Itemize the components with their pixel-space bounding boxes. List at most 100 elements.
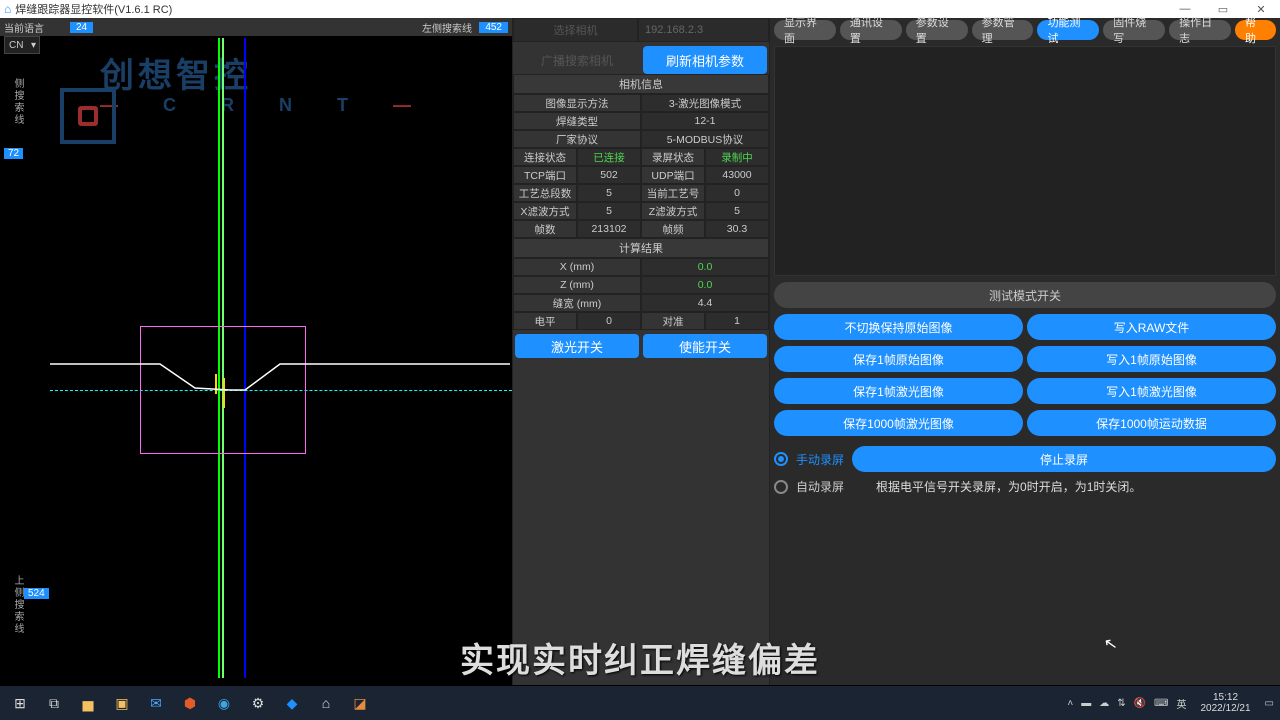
p-val: 0 [577, 312, 641, 330]
select-camera-field[interactable]: 选择相机 [513, 18, 638, 42]
app3-icon[interactable]: ⌂ [312, 689, 340, 717]
minimize-button[interactable]: — [1166, 0, 1204, 18]
taskbar: ⊞ ⧉ ▅ ▣ ✉ ⬢ ◉ ⚙ ◆ ⌂ ◪ ˄ ▬ ☁ ⇅ 🔇 ⌨ 英 15:1… [0, 686, 1280, 720]
enable-switch-button[interactable]: 使能开关 [643, 334, 767, 358]
tray-keyboard-icon[interactable]: ⌨ [1154, 698, 1168, 709]
p-lbl: 帧数 [513, 220, 577, 238]
btn-save1-raw[interactable]: 保存1帧原始图像 [774, 346, 1023, 372]
p-lbl: TCP端口 [513, 166, 577, 184]
preview-area [774, 46, 1276, 276]
tray-clock[interactable]: 15:122022/12/21 [1200, 692, 1250, 714]
btn-write1-raw[interactable]: 写入1帧原始图像 [1027, 346, 1276, 372]
maximize-button[interactable]: ▭ [1204, 0, 1242, 18]
btn-save1000-laser[interactable]: 保存1000帧激光图像 [774, 410, 1023, 436]
p-lbl: 对准 [641, 312, 705, 330]
auto-record-note: 根据电平信号开关录屏，为0时开启，为1时关闭。 [876, 478, 1141, 495]
tab-param-mgr[interactable]: 参数管理 [972, 20, 1034, 40]
edge-icon[interactable]: ◉ [210, 689, 238, 717]
info-panel: 选择相机 192.168.2.3 广播搜索相机 刷新相机参数 相机信息 图像显示… [512, 18, 770, 685]
info-val: 5-MODBUS协议 [641, 130, 769, 148]
tray-ime[interactable]: 英 [1176, 696, 1186, 711]
close-button[interactable]: ✕ [1242, 0, 1280, 18]
camera-info-header: 相机信息 [513, 74, 769, 94]
c-lbl: 缝宽 (mm) [513, 294, 641, 312]
tab-firmware[interactable]: 固件烧写 [1103, 20, 1165, 40]
p-lbl: 电平 [513, 312, 577, 330]
refresh-params-button[interactable]: 刷新相机参数 [643, 46, 767, 74]
p-val: 5 [705, 202, 769, 220]
task-view-icon[interactable]: ⧉ [40, 689, 68, 717]
side-label-bottom: 上侧搜索线 [10, 575, 25, 635]
tab-log[interactable]: 操作日志 [1169, 20, 1231, 40]
manual-record-label: 手动录屏 [796, 451, 844, 468]
p-val: 5 [577, 184, 641, 202]
p-val: 1 [705, 312, 769, 330]
p-val: 502 [577, 166, 641, 184]
tray-wifi-icon[interactable]: ⇅ [1117, 698, 1125, 709]
btn-keep-raw[interactable]: 不切换保持原始图像 [774, 314, 1023, 340]
p-val: 录制中 [705, 148, 769, 166]
p-val: 已连接 [577, 148, 641, 166]
c-val: 0.0 [641, 276, 769, 294]
tray-notifications-icon[interactable]: ▭ [1265, 698, 1274, 709]
profile-curve [50, 358, 510, 398]
tab-func-test[interactable]: 功能测试 [1037, 20, 1099, 40]
badge-24: 24 [70, 22, 93, 33]
tag-524: 524 [24, 588, 49, 599]
tab-bar: 显示界面 通讯设置 参数设置 参数管理 功能测试 固件烧写 操作日志 帮助 [770, 18, 1280, 42]
stop-record-button[interactable]: 停止录屏 [852, 446, 1276, 472]
p-lbl: Z滤波方式 [641, 202, 705, 220]
settings-icon[interactable]: ⚙ [244, 689, 272, 717]
tab-display[interactable]: 显示界面 [774, 20, 836, 40]
tray-chevron-icon[interactable]: ˄ [1067, 698, 1073, 709]
window-title: 焊缝跟踪器显控软件(V1.6.1 RC) [15, 1, 172, 17]
info-lbl: 焊缝类型 [513, 112, 641, 130]
auto-record-label: 自动录屏 [796, 478, 844, 495]
app4-icon[interactable]: ◪ [346, 689, 374, 717]
tray-cloud-icon[interactable]: ☁ [1099, 698, 1109, 709]
explorer-icon[interactable]: ▅ [74, 689, 102, 717]
tray-battery-icon[interactable]: ▬ [1081, 698, 1091, 709]
p-lbl: UDP端口 [641, 166, 705, 184]
p-lbl: 录屏状态 [641, 148, 705, 166]
laser-switch-button[interactable]: 激光开关 [515, 334, 639, 358]
auto-record-radio[interactable] [774, 480, 788, 494]
p-lbl: 帧频 [641, 220, 705, 238]
mail-icon[interactable]: ✉ [142, 689, 170, 717]
tab-param-set[interactable]: 参数设置 [906, 20, 968, 40]
p-lbl: 连接状态 [513, 148, 577, 166]
calc-result-header: 计算结果 [513, 238, 769, 258]
p-lbl: X滤波方式 [513, 202, 577, 220]
p-val: 5 [577, 202, 641, 220]
p-val: 30.3 [705, 220, 769, 238]
broadcast-search-button[interactable]: 广播搜索相机 [515, 46, 639, 74]
office-icon[interactable]: ⬢ [176, 689, 204, 717]
manual-record-radio[interactable] [774, 452, 788, 466]
badge-452: 452 [479, 22, 508, 33]
lang-label: 当前语言 [4, 20, 44, 35]
c-val: 0.0 [641, 258, 769, 276]
tab-comm[interactable]: 通讯设置 [840, 20, 902, 40]
info-val: 3-激光图像模式 [641, 94, 769, 112]
c-val: 4.4 [641, 294, 769, 312]
app-icon[interactable]: ▣ [108, 689, 136, 717]
btn-write1-laser[interactable]: 写入1帧激光图像 [1027, 378, 1276, 404]
tray-volume-icon[interactable]: 🔇 [1134, 698, 1146, 709]
home-icon: ⌂ [4, 2, 11, 16]
ip-field[interactable]: 192.168.2.3 [638, 18, 769, 42]
btn-save1-laser[interactable]: 保存1帧激光图像 [774, 378, 1023, 404]
btn-save1000-motion[interactable]: 保存1000帧运动数据 [1027, 410, 1276, 436]
side-label-top: 侧搜索线 [10, 78, 25, 126]
test-mode-switch-button[interactable]: 测试模式开关 [774, 282, 1276, 308]
image-view: 当前语言 24 左侧搜索线 452 CN 侧搜索线 上侧搜索线 72 524 创… [0, 18, 512, 685]
info-lbl: 厂家协议 [513, 130, 641, 148]
btn-write-raw[interactable]: 写入RAW文件 [1027, 314, 1276, 340]
tab-help[interactable]: 帮助 [1235, 20, 1276, 40]
app2-icon[interactable]: ◆ [278, 689, 306, 717]
p-val: 213102 [577, 220, 641, 238]
tag-72: 72 [4, 148, 23, 159]
p-val: 0 [705, 184, 769, 202]
p-lbl: 工艺总段数 [513, 184, 577, 202]
info-val: 12-1 [641, 112, 769, 130]
start-button[interactable]: ⊞ [6, 689, 34, 717]
